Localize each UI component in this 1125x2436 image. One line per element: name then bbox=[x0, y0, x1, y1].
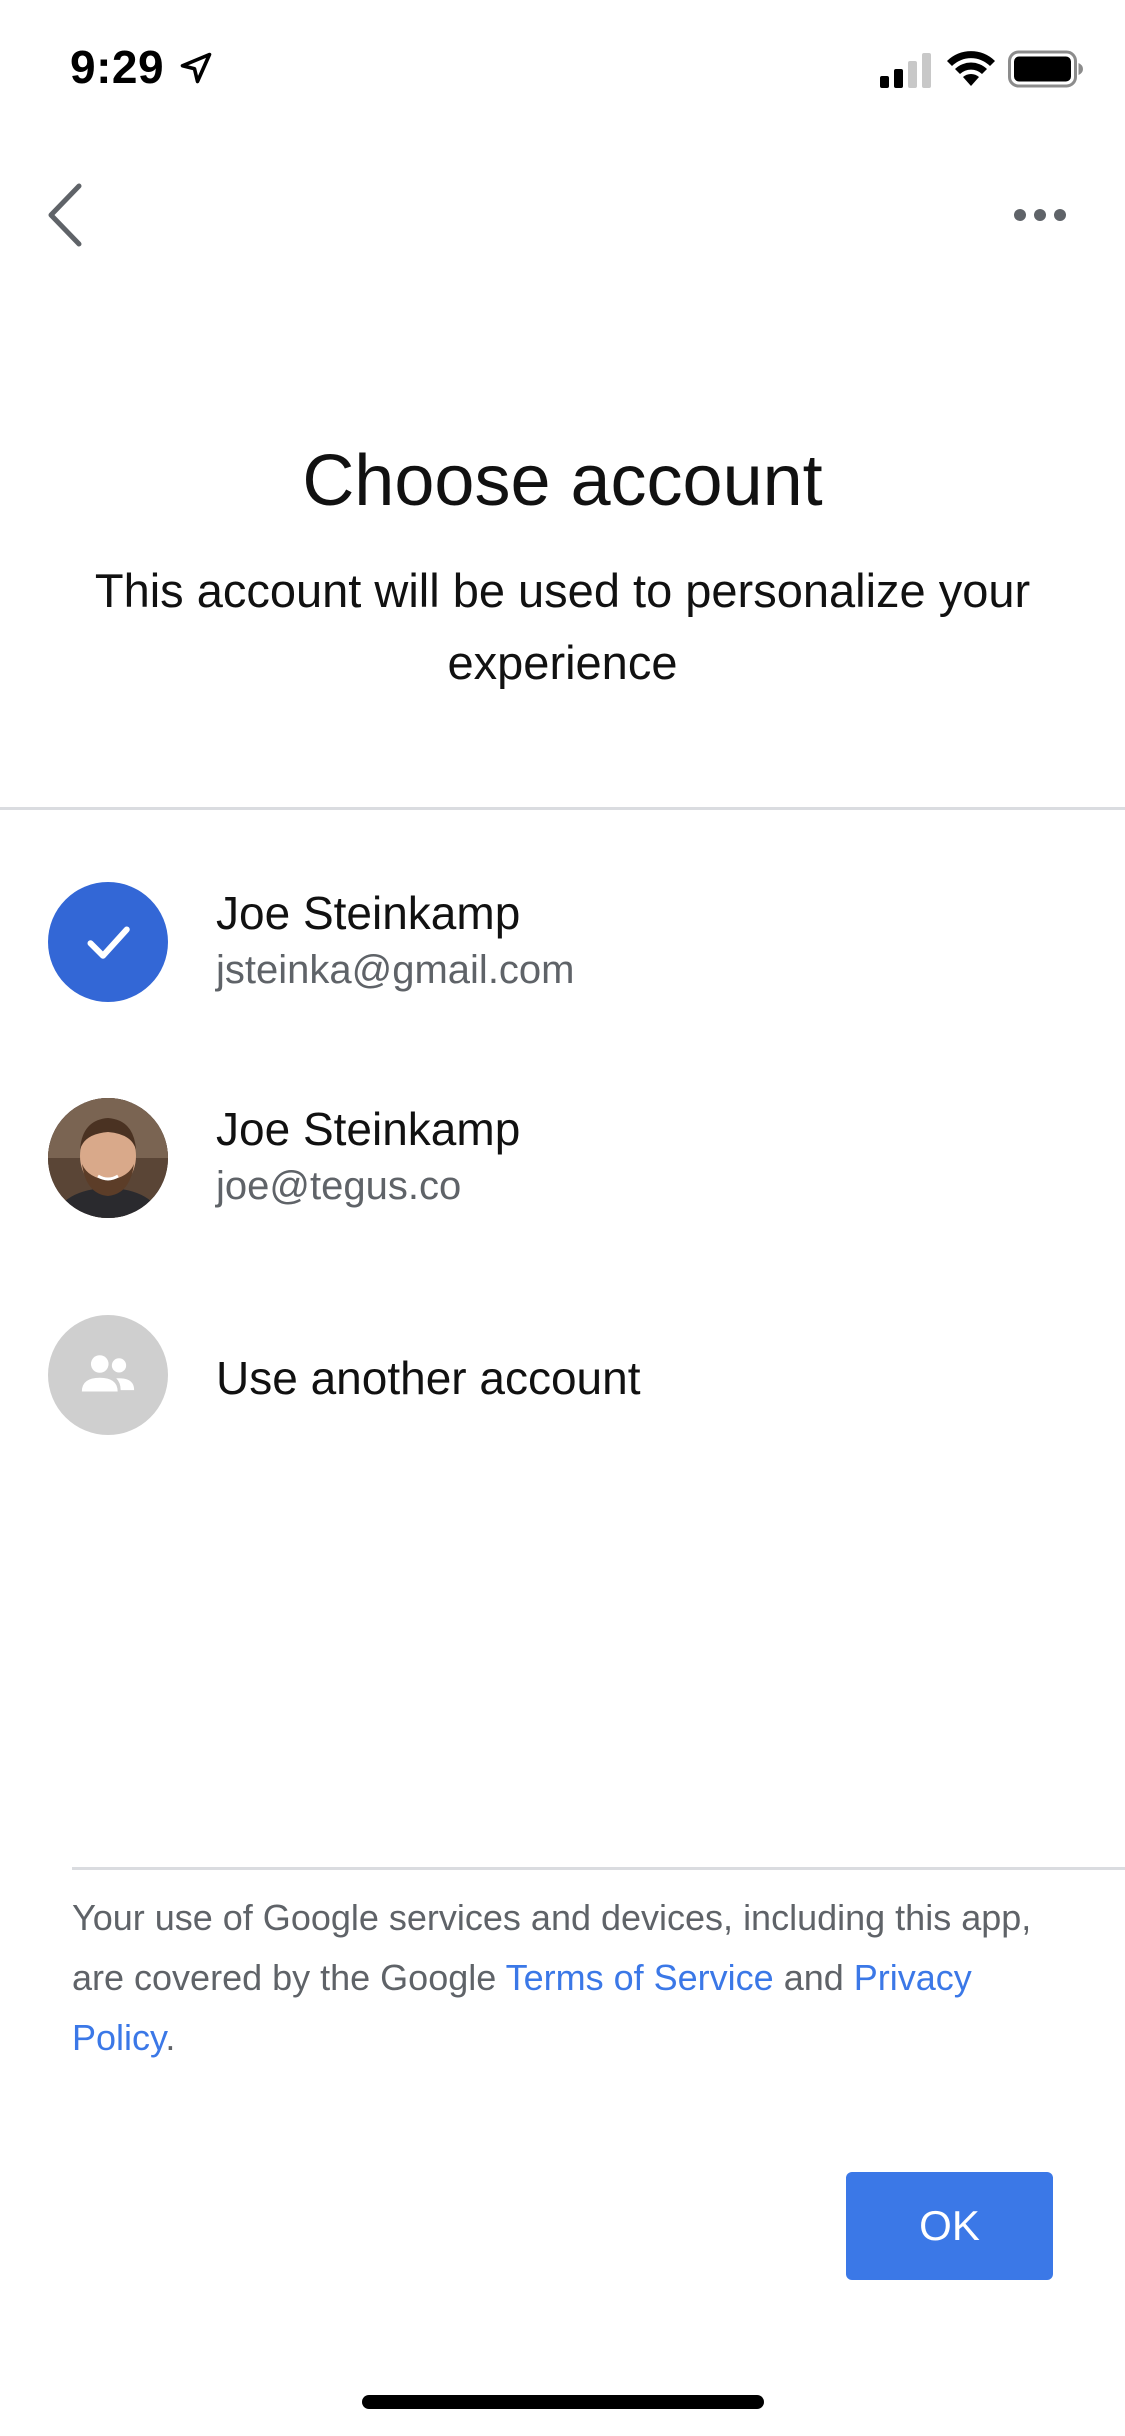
profile-photo bbox=[48, 1098, 168, 1218]
use-another-account-item[interactable]: Use another account bbox=[0, 1275, 1125, 1475]
profile-photo-avatar bbox=[48, 1098, 168, 1218]
divider bbox=[0, 807, 1125, 810]
selected-avatar bbox=[48, 882, 168, 1002]
legal-text-after: . bbox=[165, 2017, 176, 2058]
status-time: 9:29 bbox=[70, 41, 165, 93]
location-arrow-icon bbox=[180, 52, 212, 84]
generic-avatar bbox=[48, 1315, 168, 1435]
battery-icon bbox=[1008, 50, 1083, 88]
legal-text-middle: and bbox=[773, 1957, 854, 1998]
page-subtitle: This account will be used to personalize… bbox=[94, 564, 1031, 689]
more-horizontal-icon bbox=[1014, 209, 1066, 221]
account-email: jsteinka@gmail.com bbox=[216, 948, 575, 992]
terms-of-service-link[interactable]: Terms of Service bbox=[506, 1957, 774, 1998]
ok-button[interactable]: OK bbox=[846, 2172, 1053, 2280]
status-bar: 9:29 bbox=[0, 0, 1125, 132]
people-icon bbox=[81, 1355, 135, 1392]
legal-text: Your use of Google services and devices,… bbox=[72, 1888, 1032, 2068]
page-title: Choose account bbox=[302, 441, 823, 521]
divider bbox=[72, 1867, 1125, 1870]
account-name: Joe Steinkamp bbox=[216, 887, 521, 939]
account-item-tegus[interactable]: Joe Steinkamp joe@tegus.co bbox=[0, 1058, 1125, 1258]
use-another-account-label: Use another account bbox=[216, 1352, 641, 1404]
back-button[interactable] bbox=[30, 170, 100, 260]
account-item-gmail[interactable]: Joe Steinkamp jsteinka@gmail.com bbox=[0, 842, 1125, 1042]
wifi-icon bbox=[947, 51, 995, 86]
account-email: joe@tegus.co bbox=[216, 1164, 462, 1208]
account-name: Joe Steinkamp bbox=[216, 1103, 521, 1155]
cellular-signal-icon bbox=[880, 53, 931, 88]
more-options-button[interactable] bbox=[1000, 185, 1080, 245]
home-indicator[interactable] bbox=[362, 2395, 764, 2409]
check-icon bbox=[87, 926, 130, 959]
chevron-left-icon bbox=[48, 183, 82, 247]
